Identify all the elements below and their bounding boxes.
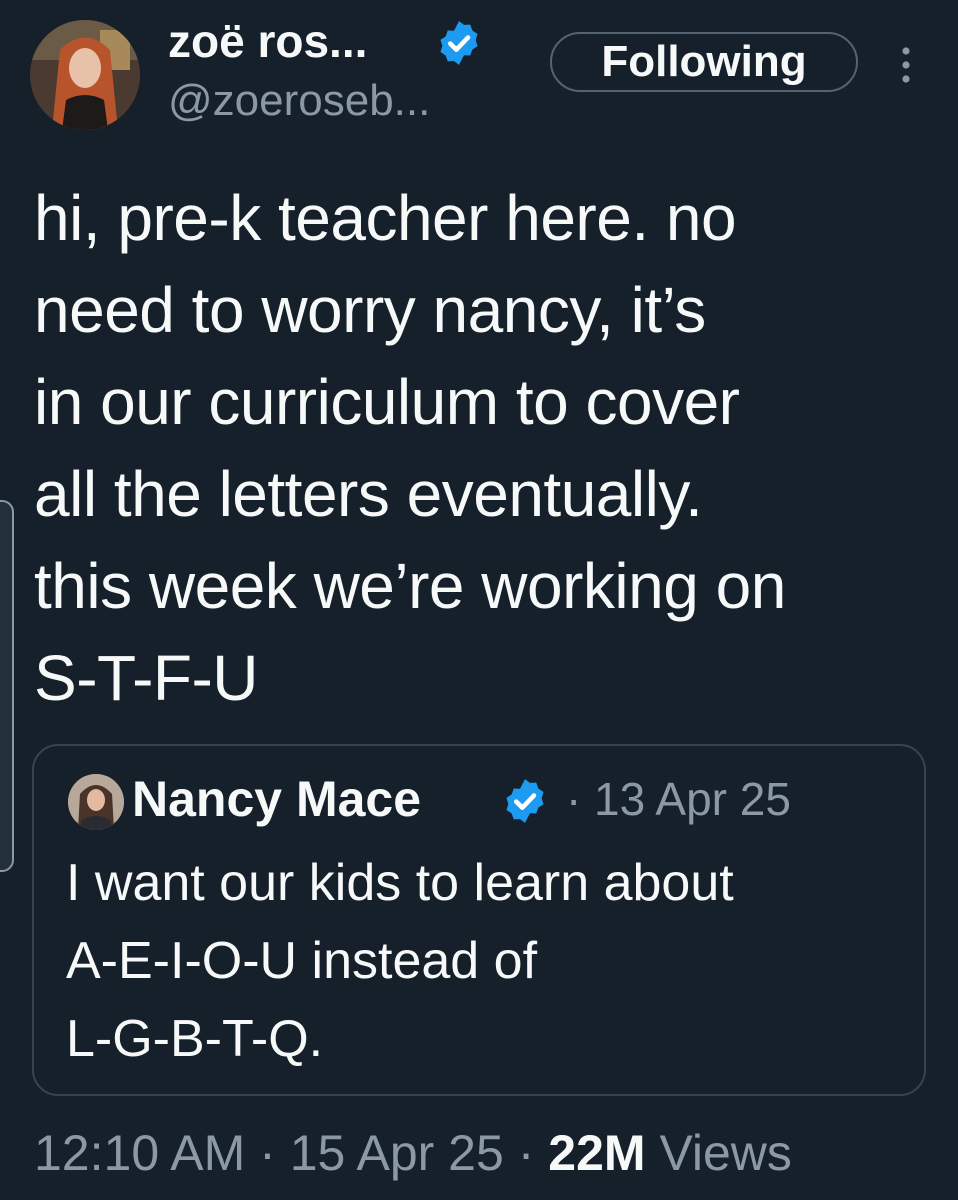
tweet-text: hi, pre-k teacher here. no need to worry…	[34, 182, 786, 714]
more-options-icon[interactable]	[892, 40, 920, 90]
quoted-tweet-text: I want our kids to learn about A-E-I-O-U…	[66, 854, 734, 1068]
tweet-meta: 12:10 AM · 15 Apr 25 · 22M Views	[34, 1124, 792, 1182]
meta-separator: ·	[517, 1125, 535, 1181]
quoted-tweet-date[interactable]: 13 Apr 25	[594, 772, 791, 826]
following-button[interactable]: Following	[550, 32, 858, 92]
author-avatar[interactable]	[30, 20, 140, 130]
quoted-tweet-card[interactable]: Nancy Mace · 13 Apr 25 I want our kids t…	[32, 744, 926, 1096]
tweet-date[interactable]: 15 Apr 25	[290, 1125, 504, 1181]
quoted-separator: ·	[566, 773, 582, 825]
quoted-author-avatar[interactable]	[68, 774, 124, 830]
tweet-time[interactable]: 12:10 AM	[34, 1125, 245, 1181]
views-count[interactable]: 22M	[548, 1125, 645, 1181]
verified-badge-icon	[434, 18, 484, 68]
meta-separator: ·	[259, 1125, 276, 1181]
quoted-author-name[interactable]: Nancy Mace	[132, 770, 421, 828]
views-label: Views	[659, 1125, 792, 1181]
quoted-verified-badge-icon	[500, 776, 550, 826]
scroll-handle[interactable]	[0, 500, 14, 872]
author-display-name[interactable]: zoë ros...	[168, 14, 367, 68]
author-handle[interactable]: @zoeroseb...	[168, 76, 430, 126]
